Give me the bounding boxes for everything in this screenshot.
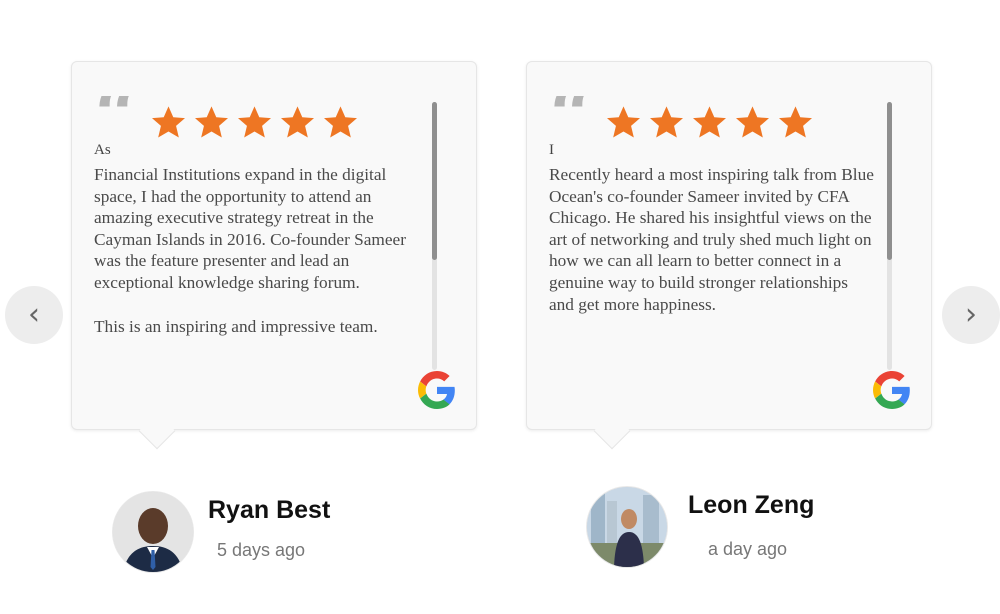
- review-lead-word: As: [94, 142, 111, 158]
- reviewer-info: Ryan Best 5 days ago: [113, 492, 330, 572]
- star-icon: [152, 106, 185, 138]
- review-card: “ I Recently heard a most inspiring talk…: [526, 61, 932, 430]
- star-icon: [281, 106, 314, 138]
- chevron-left-icon: ‹: [28, 297, 40, 332]
- scrollbar-thumb[interactable]: [432, 102, 437, 260]
- star-icon: [650, 106, 683, 138]
- scrollbar-thumb[interactable]: [887, 102, 892, 260]
- quote-mark-icon: “: [94, 96, 139, 136]
- reviewer-name: Ryan Best: [208, 496, 331, 524]
- review-time: a day ago: [708, 539, 788, 559]
- review-paragraph: This is an inspiring and impressive team…: [94, 316, 378, 336]
- star-icon: [195, 106, 228, 138]
- star-rating: [605, 104, 814, 141]
- review-lead-word: I: [549, 142, 554, 158]
- review-card: “ As Financial Institutions expand in th…: [71, 61, 477, 430]
- review-scrollbar[interactable]: [432, 102, 437, 370]
- star-icon: [607, 106, 640, 138]
- review-paragraph: Recently heard a most inspiring talk fro…: [549, 165, 874, 314]
- review-paragraph: Financial Institutions expand in the dig…: [94, 165, 406, 292]
- star-icon: [693, 106, 726, 138]
- reviewer-info: Leon Zeng a day ago: [587, 487, 814, 567]
- star-icon: [736, 106, 769, 138]
- star-rating: [150, 104, 359, 141]
- star-icon: [324, 106, 357, 138]
- chevron-right-icon: ›: [965, 297, 977, 332]
- google-icon: [418, 371, 455, 409]
- carousel-prev-button[interactable]: ‹: [5, 286, 63, 344]
- avatar: [113, 492, 193, 572]
- reviewer-name: Leon Zeng: [688, 491, 815, 519]
- review-text[interactable]: Recently heard a most inspiring talk fro…: [549, 164, 877, 337]
- avatar: [587, 487, 667, 567]
- star-icon: [779, 106, 812, 138]
- review-time: 5 days ago: [217, 540, 306, 560]
- star-icon: [238, 106, 271, 138]
- quote-mark-icon: “: [549, 96, 594, 136]
- review-text[interactable]: Financial Institutions expand in the dig…: [94, 164, 422, 359]
- carousel-next-button[interactable]: ›: [942, 286, 1000, 344]
- google-icon: [873, 371, 910, 409]
- review-scrollbar[interactable]: [887, 102, 892, 370]
